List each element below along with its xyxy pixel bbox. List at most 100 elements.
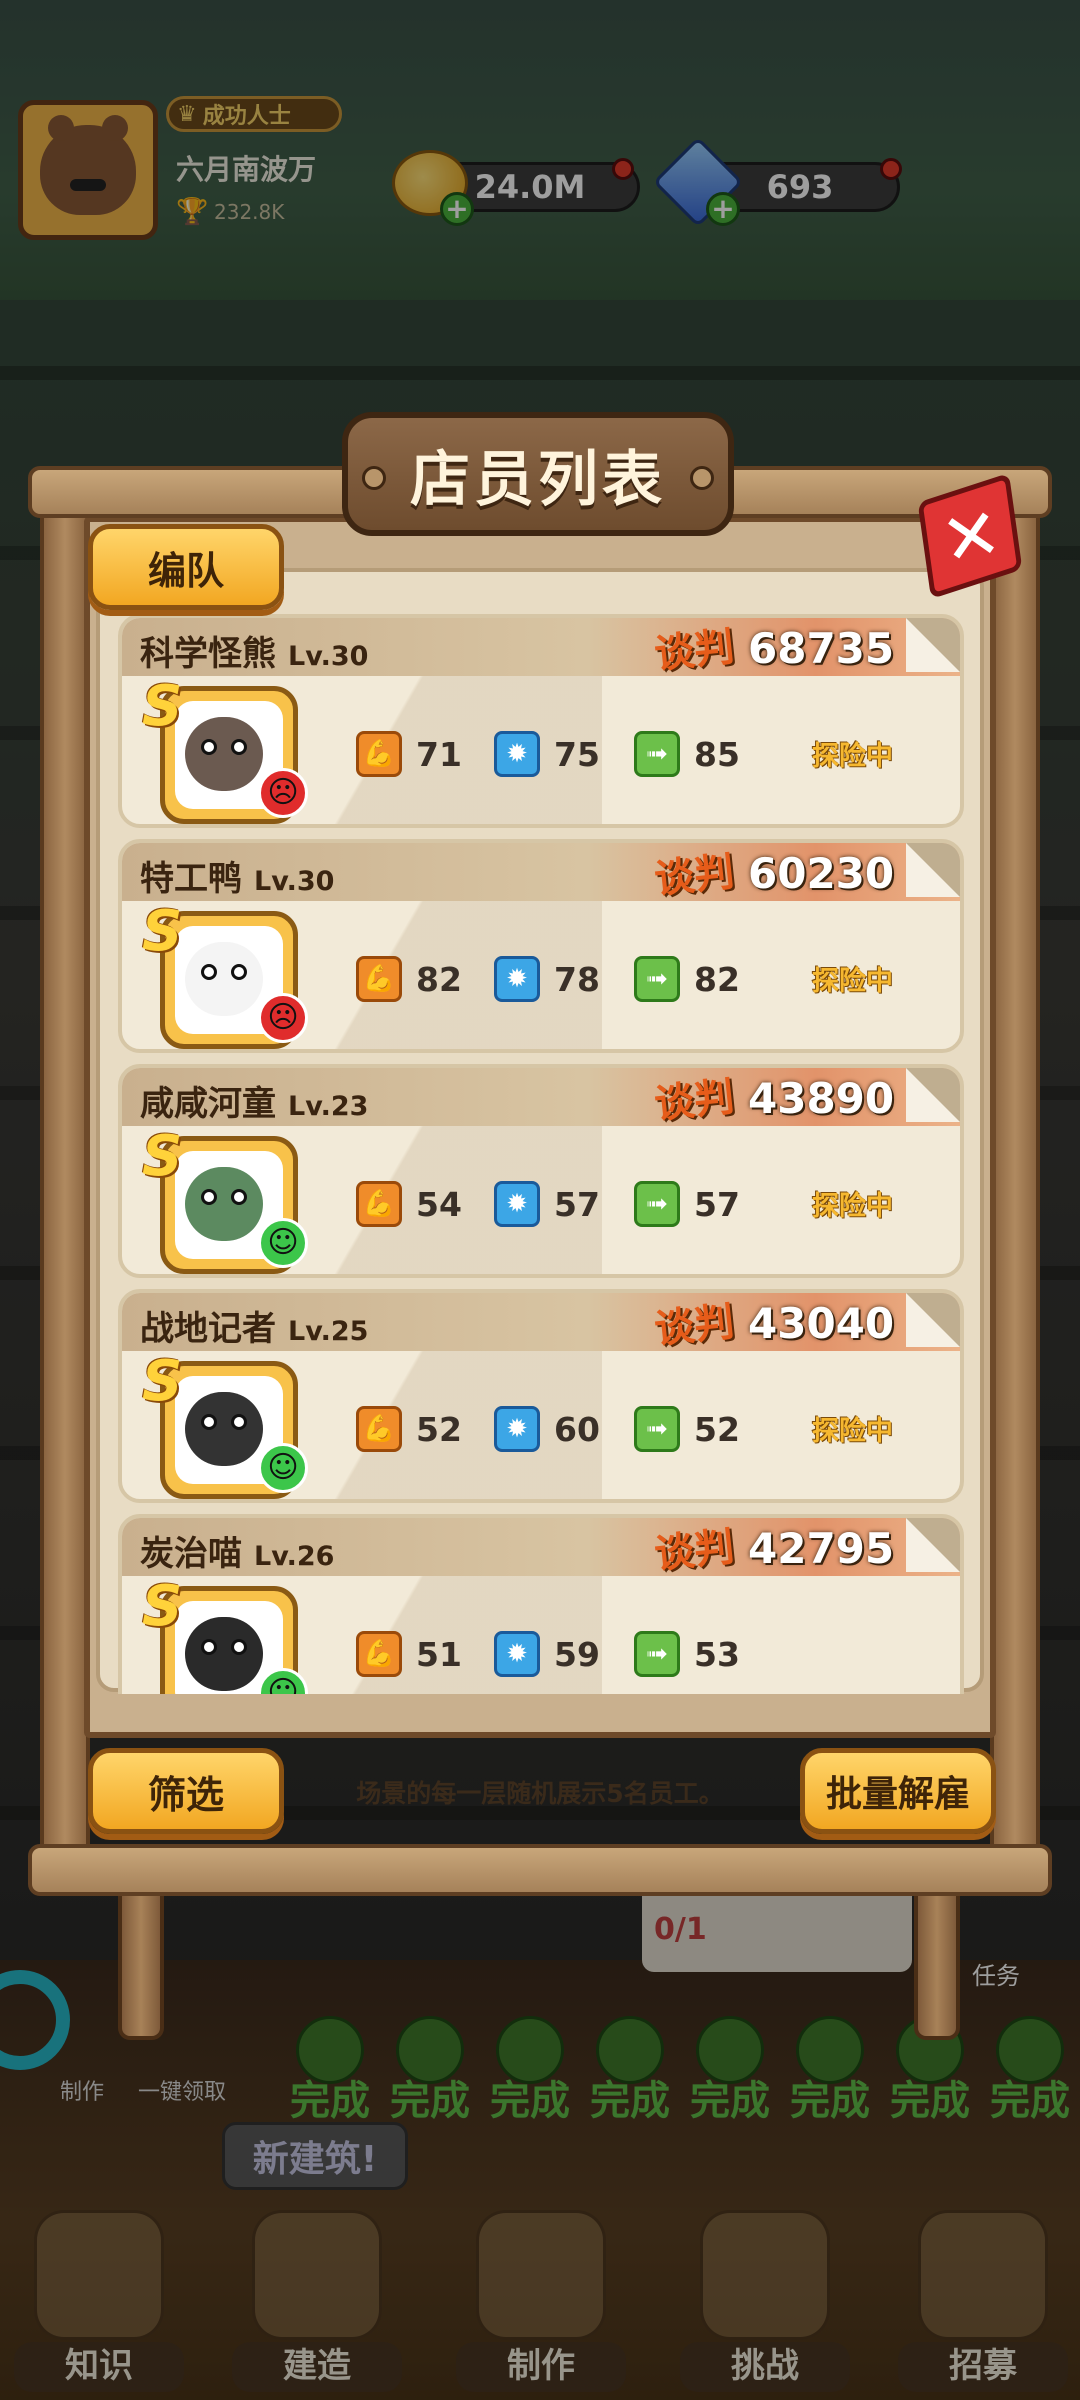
negotiate-label: 谈判 bbox=[652, 848, 737, 904]
employee-card[interactable]: 咸咸河童 Lv.23 谈判 43890 S ☺ 💪 54 ✹ 57 ➟ 57 探险中 bbox=[118, 1064, 964, 1278]
intellect-value: 60 bbox=[554, 1409, 600, 1449]
rank-badge: S bbox=[142, 674, 183, 739]
agility-value: 85 bbox=[694, 734, 740, 774]
page-fold bbox=[906, 843, 960, 897]
agility-stat: ➟ 82 bbox=[634, 955, 740, 1003]
employee-level: Lv.30 bbox=[288, 641, 369, 672]
strength-stat: 💪 52 bbox=[356, 1405, 462, 1453]
strength-value: 51 bbox=[416, 1634, 462, 1674]
page-fold bbox=[906, 1293, 960, 1347]
employee-card[interactable]: 战地记者 Lv.25 谈判 43040 S ☺ 💪 52 ✹ 60 ➟ 52 探险中 bbox=[118, 1289, 964, 1503]
negotiation-value: 68735 bbox=[748, 624, 895, 673]
board-bottom-bar bbox=[28, 1844, 1052, 1896]
agility-stat: ➟ 53 bbox=[634, 1630, 740, 1678]
employee-card[interactable]: 特工鸭 Lv.30 谈判 60230 S ☹ 💪 82 ✹ 78 ➟ 82 探险中 bbox=[118, 839, 964, 1053]
running-icon: ➟ bbox=[634, 731, 680, 777]
lightbulb-icon: ✹ bbox=[494, 731, 540, 777]
employee-hint: 场景的每一层随机展示5名员工。 bbox=[356, 1779, 724, 1808]
employee-name: 战地记者 bbox=[140, 1309, 276, 1349]
employee-status: 探险中 bbox=[812, 1191, 893, 1222]
rank-badge: S bbox=[142, 1574, 183, 1639]
intellect-stat: ✹ 57 bbox=[494, 1180, 600, 1228]
filter-button[interactable]: 筛选 bbox=[88, 1748, 284, 1834]
negotiate-label: 谈判 bbox=[652, 1073, 737, 1129]
employee-name: 炭治喵 bbox=[140, 1534, 242, 1574]
employee-level: Lv.23 bbox=[288, 1091, 369, 1122]
agility-stat: ➟ 52 bbox=[634, 1405, 740, 1453]
page-fold bbox=[906, 618, 960, 672]
muscle-icon: 💪 bbox=[356, 1181, 402, 1227]
character-avatar-icon bbox=[185, 1392, 263, 1466]
strength-stat: 💪 71 bbox=[356, 730, 462, 778]
employee-name-row: 特工鸭 Lv.30 bbox=[140, 851, 334, 900]
lightbulb-icon: ✹ bbox=[494, 1631, 540, 1677]
page-fold bbox=[906, 1068, 960, 1122]
employee-card[interactable]: 科学怪熊 Lv.30 谈判 68735 S ☹ 💪 71 ✹ 75 ➟ 85 探险中 bbox=[118, 614, 964, 828]
agility-stat: ➟ 57 bbox=[634, 1180, 740, 1228]
character-avatar-icon bbox=[185, 942, 263, 1016]
strength-stat: 💪 54 bbox=[356, 1180, 462, 1228]
running-icon: ➟ bbox=[634, 1406, 680, 1452]
agility-value: 52 bbox=[694, 1409, 740, 1449]
employee-status: 探险中 bbox=[812, 1416, 893, 1447]
employee-name: 特工鸭 bbox=[140, 859, 242, 899]
negotiation-value: 43890 bbox=[748, 1074, 895, 1123]
intellect-value: 59 bbox=[554, 1634, 600, 1674]
running-icon: ➟ bbox=[634, 1631, 680, 1677]
lightbulb-icon: ✹ bbox=[494, 1406, 540, 1452]
negotiation-value: 60230 bbox=[748, 849, 895, 898]
close-button[interactable]: ✕ bbox=[912, 472, 1030, 600]
intellect-value: 57 bbox=[554, 1184, 600, 1224]
employee-level: Lv.25 bbox=[288, 1316, 369, 1347]
intellect-stat: ✹ 59 bbox=[494, 1630, 600, 1678]
negotiation-value: 42795 bbox=[748, 1524, 895, 1573]
intellect-stat: ✹ 75 bbox=[494, 730, 600, 778]
employee-level: Lv.26 bbox=[254, 1541, 335, 1572]
strength-value: 52 bbox=[416, 1409, 462, 1449]
agility-value: 82 bbox=[694, 959, 740, 999]
employee-name: 咸咸河童 bbox=[140, 1084, 276, 1124]
strength-value: 82 bbox=[416, 959, 462, 999]
character-avatar-icon bbox=[185, 1167, 263, 1241]
agility-value: 57 bbox=[694, 1184, 740, 1224]
negotiation-value: 43040 bbox=[748, 1299, 895, 1348]
intellect-value: 75 bbox=[554, 734, 600, 774]
happy-face-icon: ☺ bbox=[258, 1218, 308, 1268]
negotiate-label: 谈判 bbox=[652, 1523, 737, 1579]
board-post-right bbox=[990, 500, 1040, 1870]
employee-card[interactable]: 炭治喵 Lv.26 谈判 42795 S ☺ 💪 51 ✹ 59 ➟ 53 bbox=[118, 1514, 964, 1694]
employee-status: 探险中 bbox=[812, 741, 893, 772]
strength-value: 71 bbox=[416, 734, 462, 774]
employee-list[interactable]: 科学怪熊 Lv.30 谈判 68735 S ☹ 💪 71 ✹ 75 ➟ 85 探险中 特工鸭 Lv.30 谈判… bbox=[108, 614, 984, 1694]
character-avatar-icon bbox=[185, 717, 263, 791]
employee-name-row: 战地记者 Lv.25 bbox=[140, 1301, 368, 1350]
strength-stat: 💪 82 bbox=[356, 955, 462, 1003]
board-post-left bbox=[40, 500, 90, 1870]
running-icon: ➟ bbox=[634, 1181, 680, 1227]
angry-face-icon: ☹ bbox=[258, 993, 308, 1043]
lightbulb-icon: ✹ bbox=[494, 1181, 540, 1227]
muscle-icon: 💪 bbox=[356, 1406, 402, 1452]
board-leg-right bbox=[914, 1890, 960, 2040]
rank-badge: S bbox=[142, 1124, 183, 1189]
muscle-icon: 💪 bbox=[356, 956, 402, 1002]
angry-face-icon: ☹ bbox=[258, 768, 308, 818]
rank-badge: S bbox=[142, 1349, 183, 1414]
intellect-stat: ✹ 60 bbox=[494, 1405, 600, 1453]
lightbulb-icon: ✹ bbox=[494, 956, 540, 1002]
team-button[interactable]: 编队 bbox=[88, 524, 284, 610]
board-leg-left bbox=[118, 1890, 164, 2040]
page-fold bbox=[906, 1518, 960, 1572]
employee-status: 探险中 bbox=[812, 966, 893, 997]
employee-name-row: 科学怪熊 Lv.30 bbox=[140, 626, 368, 675]
employee-name: 科学怪熊 bbox=[140, 634, 276, 674]
running-icon: ➟ bbox=[634, 956, 680, 1002]
rank-badge: S bbox=[142, 899, 183, 964]
batch-fire-button[interactable]: 批量解雇 bbox=[800, 1748, 996, 1834]
agility-value: 53 bbox=[694, 1634, 740, 1674]
strength-stat: 💪 51 bbox=[356, 1630, 462, 1678]
negotiate-label: 谈判 bbox=[652, 623, 737, 679]
happy-face-icon: ☺ bbox=[258, 1443, 308, 1493]
strength-value: 54 bbox=[416, 1184, 462, 1224]
employee-level: Lv.30 bbox=[254, 866, 335, 897]
